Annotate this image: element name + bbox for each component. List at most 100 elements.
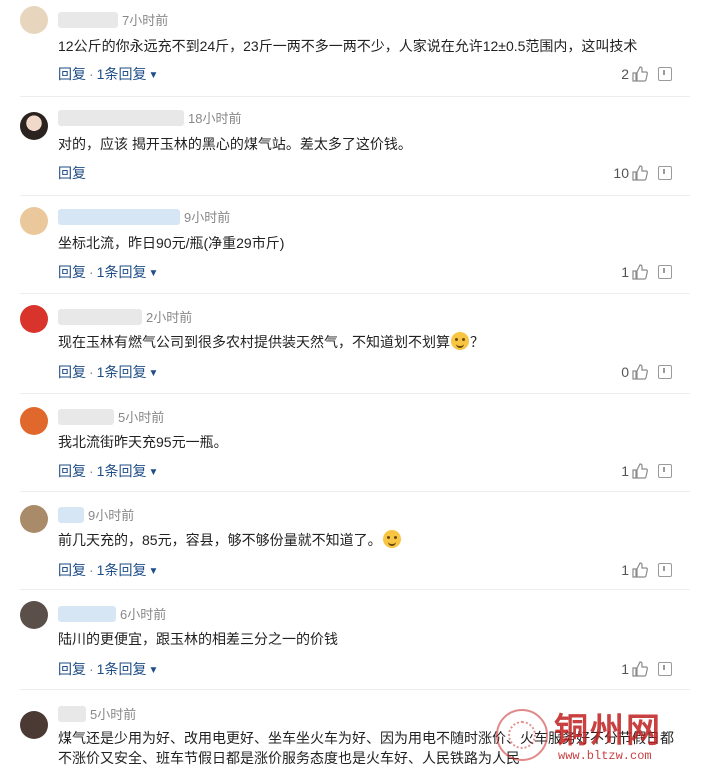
divider — [20, 393, 690, 394]
comment-actions: 回复 · 1条回复 ▼ 1 — [58, 262, 680, 282]
site-watermark: 铜州网 www.bltzw.com — [492, 701, 702, 771]
like-group[interactable]: 1 — [621, 264, 648, 280]
view-replies-button[interactable]: 1条回复 ▼ — [97, 463, 159, 479]
avatar-image — [20, 305, 48, 333]
view-replies-button[interactable]: 1条回复 ▼ — [97, 66, 159, 82]
avatar-image — [20, 112, 48, 140]
reply-button[interactable]: 回复 — [58, 463, 86, 479]
view-replies-label: 1条回复 — [96, 264, 147, 280]
like-count: 1 — [621, 264, 629, 280]
comment-meta: 9小时前 — [58, 505, 134, 523]
view-replies-button[interactable]: 1条回复 ▼ — [97, 364, 159, 380]
watermark-url: www.bltzw.com — [558, 749, 652, 763]
chevron-down-icon: ▼ — [148, 566, 159, 577]
comment-item: 2小时前 现在玉林有燃气公司到很多农村提供装天然气，不知道划不划算 ？ 回复 · 1条… — [0, 297, 710, 391]
comment-text: 现在玉林有燃气公司到很多农村提供装天然气，不知道划不划算 ？ — [58, 332, 680, 352]
avatar-image — [20, 505, 48, 533]
comment-text-main: 现在玉林有燃气公司到很多农村提供装天然气，不知道划不划算 — [58, 334, 450, 350]
divider — [20, 491, 690, 492]
comment-tools: 10 — [613, 163, 672, 183]
comment-tools: 1 — [621, 560, 672, 580]
username-blurred[interactable] — [58, 605, 116, 622]
comment-item: 9小时前 坐标北流，昨日90元/瓶(净重29市斤) 回复 · 1条回复 ▼ 1 — [0, 199, 710, 291]
chevron-down-icon: ▼ — [148, 665, 159, 676]
avatar[interactable] — [20, 505, 48, 533]
comment-tools: 0 — [621, 362, 672, 382]
username-blurred[interactable] — [58, 308, 142, 325]
comment-text: 陆川的更便宜，跟玉林的相差三分之一的价钱 — [58, 631, 338, 647]
view-replies-label: 1条回复 — [96, 66, 147, 82]
comment-time: 7小时前 — [122, 13, 169, 28]
view-replies-button[interactable]: 1条回复 ▼ — [97, 562, 159, 578]
comment-time: 9小时前 — [184, 210, 231, 225]
watermark-seal-icon — [496, 709, 548, 761]
avatar[interactable] — [20, 601, 48, 629]
watermark-title: 铜州网 — [554, 711, 662, 751]
report-icon[interactable] — [658, 67, 672, 81]
reply-button[interactable]: 回复 — [58, 264, 86, 280]
thumbs-up-icon — [632, 364, 648, 380]
comment-meta: 7小时前 — [58, 10, 168, 28]
avatar[interactable] — [20, 6, 48, 34]
comment-time: 9小时前 — [88, 508, 135, 523]
thumbs-up-icon — [632, 463, 648, 479]
reply-button[interactable]: 回复 — [58, 661, 86, 677]
report-icon[interactable] — [658, 166, 672, 180]
comment-actions: 回复 · 1条回复 ▼ 1 — [58, 659, 680, 679]
reply-button[interactable]: 回复 — [58, 165, 86, 181]
report-icon[interactable] — [658, 464, 672, 478]
avatar[interactable] — [20, 207, 48, 235]
view-replies-label: 1条回复 — [96, 562, 147, 578]
chevron-down-icon: ▼ — [148, 268, 159, 279]
username-blurred[interactable] — [58, 408, 114, 425]
like-group[interactable]: 1 — [621, 562, 648, 578]
reply-button[interactable]: 回复 — [58, 364, 86, 380]
avatar[interactable] — [20, 112, 48, 140]
report-icon[interactable] — [658, 662, 672, 676]
comment-actions: 回复 · 1条回复 ▼ 1 — [58, 560, 680, 580]
avatar[interactable] — [20, 711, 48, 739]
username-blurred[interactable] — [58, 705, 86, 722]
thumbs-up-icon — [632, 66, 648, 82]
like-group[interactable]: 1 — [621, 661, 648, 677]
comment-tools: 1 — [621, 461, 672, 481]
comment-time: 5小时前 — [118, 410, 165, 425]
reply-button[interactable]: 回复 — [58, 66, 86, 82]
like-group[interactable]: 1 — [621, 463, 648, 479]
report-icon[interactable] — [658, 365, 672, 379]
separator-dot: · — [89, 463, 94, 479]
comment-text-suffix: ？ — [470, 334, 484, 350]
reply-button[interactable]: 回复 — [58, 562, 86, 578]
divider — [20, 689, 690, 690]
view-replies-label: 1条回复 — [96, 463, 147, 479]
separator-dot: · — [89, 364, 94, 380]
thumbs-up-icon — [632, 165, 648, 181]
comment-item: 6小时前 陆川的更便宜，跟玉林的相差三分之一的价钱 回复 · 1条回复 ▼ 1 — [0, 593, 710, 687]
comment-item: 5小时前 我北流街昨天充95元一瓶。 回复 · 1条回复 ▼ 1 — [0, 397, 710, 489]
comment-time: 2小时前 — [146, 310, 193, 325]
like-count: 10 — [613, 165, 629, 181]
divider — [20, 96, 690, 97]
avatar[interactable] — [20, 305, 48, 333]
like-group[interactable]: 10 — [613, 165, 648, 181]
like-count: 0 — [621, 364, 629, 380]
report-icon[interactable] — [658, 563, 672, 577]
avatar[interactable] — [20, 407, 48, 435]
like-count: 1 — [621, 463, 629, 479]
username-blurred[interactable] — [58, 208, 180, 225]
grin-emoji-icon — [382, 530, 401, 548]
report-icon[interactable] — [658, 265, 672, 279]
comment-actions: 回复 · 1条回复 ▼ 1 — [58, 461, 680, 481]
comment-text: 前几天充的，85元，容县，够不够份量就不知道了。 — [58, 530, 680, 550]
username-blurred[interactable] — [58, 506, 84, 523]
like-count: 1 — [621, 562, 629, 578]
comment-item: 9小时前 前几天充的，85元，容县，够不够份量就不知道了。 回复 · 1条回复 ▼ 1 — [0, 495, 710, 587]
view-replies-button[interactable]: 1条回复 ▼ — [97, 661, 159, 677]
like-group[interactable]: 0 — [621, 364, 648, 380]
like-group[interactable]: 2 — [621, 66, 648, 82]
comment-text: 对的，应该 揭开玉林的黑心的煤气站。差太多了这价钱。 — [58, 136, 412, 152]
divider — [20, 589, 690, 590]
username-blurred[interactable] — [58, 109, 184, 126]
username-blurred[interactable] — [58, 11, 118, 28]
view-replies-button[interactable]: 1条回复 ▼ — [97, 264, 159, 280]
